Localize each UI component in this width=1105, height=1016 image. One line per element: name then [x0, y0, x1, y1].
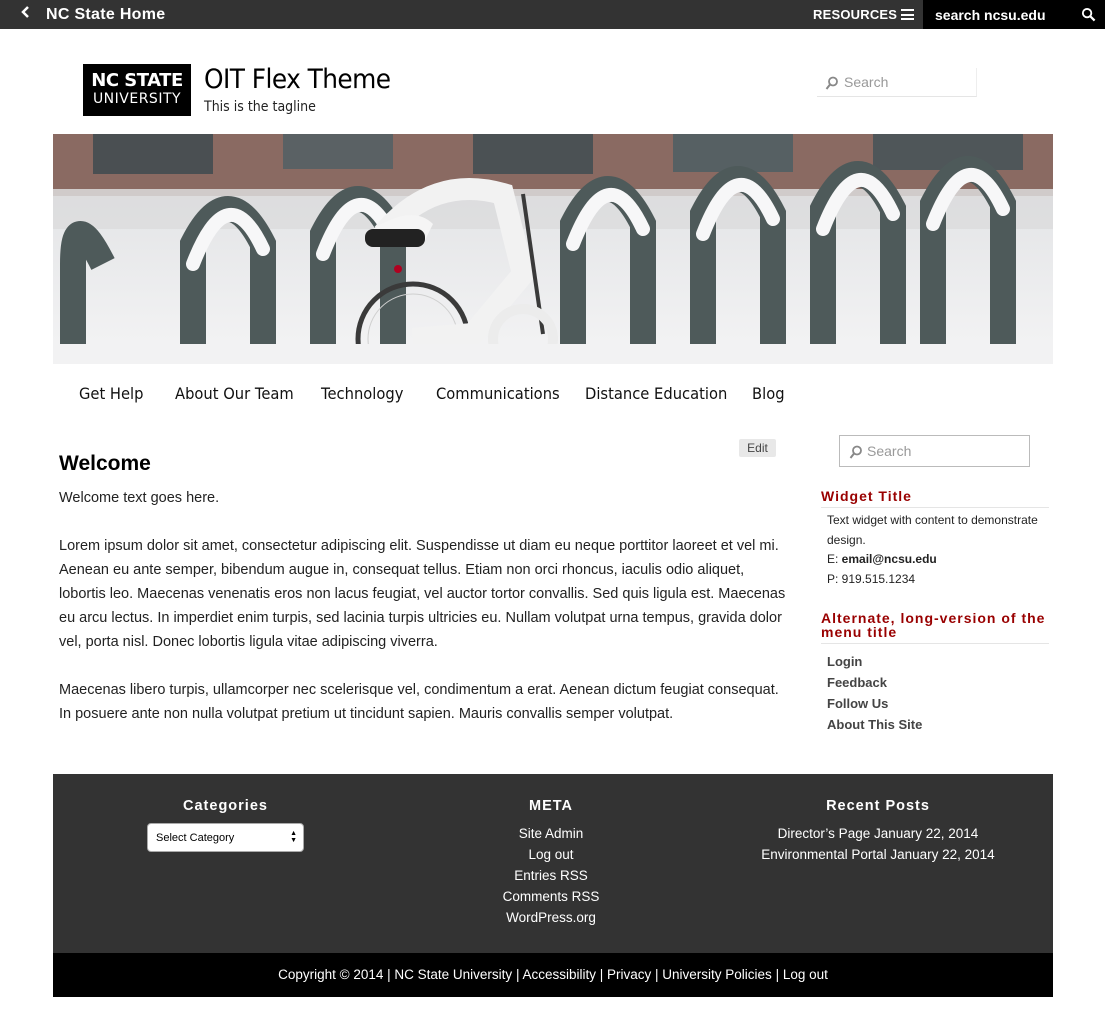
email-link[interactable]: email@ncsu.edu: [842, 552, 937, 566]
nav-item-technology[interactable]: Technology: [321, 384, 403, 403]
sidebar-item-feedback[interactable]: Feedback: [827, 672, 922, 693]
copyright-text: Copyright © 2014: [278, 967, 384, 982]
meta-title: META: [528, 798, 573, 814]
header-search-input[interactable]: [844, 74, 964, 90]
footer-link-accessibility[interactable]: Accessibility: [522, 967, 596, 982]
ncstate-home-link[interactable]: NC State Home: [20, 0, 165, 29]
separator: |: [512, 967, 523, 982]
footer-link-ncsu[interactable]: NC State University: [394, 967, 512, 982]
footer-meta: META Site Admin Log out Entries RSS Comm…: [453, 798, 649, 928]
meta-entries-rss[interactable]: Entries RSS: [453, 865, 649, 886]
category-select-value: Select Category: [156, 831, 235, 844]
widget-email: E: email@ncsu.edu: [827, 550, 1047, 570]
sidebar-menu: Login Feedback Follow Us About This Site: [827, 651, 922, 735]
content-paragraph: Lorem ipsum dolor sit amet, consectetur …: [59, 538, 786, 650]
site-title[interactable]: OIT Flex Theme: [204, 64, 391, 95]
chevron-left-icon: [20, 5, 30, 24]
recent-posts-title: Recent Posts: [826, 798, 930, 814]
ncstate-brand-bar: NC State Home RESOURCES: [0, 0, 1105, 29]
nav-item-get-help[interactable]: Get Help: [79, 384, 143, 403]
footer-link-privacy[interactable]: Privacy: [607, 967, 651, 982]
meta-wordpress-org[interactable]: WordPress.org: [453, 907, 649, 928]
site-tagline: This is the tagline: [204, 99, 316, 115]
sidebar-item-follow-us[interactable]: Follow Us: [827, 693, 922, 714]
site-footer: Categories Select Category ▲ ▼ META Site …: [53, 774, 1053, 953]
meta-site-admin[interactable]: Site Admin: [453, 823, 649, 844]
widget-phone: P: 919.515.1234: [827, 571, 916, 586]
resources-label: RESOURCES: [813, 7, 898, 22]
separator: |: [771, 967, 783, 982]
ncstate-home-label: NC State Home: [46, 5, 166, 23]
nav-item-distance-education[interactable]: Distance Education: [585, 384, 727, 403]
search-icon: [849, 445, 862, 459]
sidebar-search-input[interactable]: [867, 443, 1017, 459]
ncsu-search-box: [923, 0, 1105, 29]
separator: |: [595, 967, 607, 982]
header-search-box: [817, 68, 977, 97]
email-prefix: E:: [827, 552, 842, 566]
hamburger-menu-icon: [901, 9, 915, 20]
footer-link-university-policies[interactable]: University Policies: [662, 967, 772, 982]
search-icon[interactable]: [1081, 7, 1096, 22]
banner-image: [53, 134, 1053, 364]
recent-post-title: Director’s Page: [777, 826, 871, 841]
sidebar-item-login[interactable]: Login: [827, 651, 922, 672]
recent-post-title: Environmental Portal: [761, 847, 887, 862]
copyright-bar: Copyright © 2014 | NC State University |…: [53, 953, 1053, 997]
footer-categories: Categories Select Category ▲ ▼: [147, 798, 304, 852]
page-content: Welcome text goes here. Lorem ipsum dolo…: [59, 486, 789, 750]
widget-description: Text widget with content to demonstrate …: [827, 513, 1038, 547]
edit-button[interactable]: Edit: [739, 439, 776, 457]
text-widget: Text widget with content to demonstrate …: [827, 511, 1047, 589]
category-select[interactable]: Select Category ▲ ▼: [147, 823, 304, 852]
nav-item-communications[interactable]: Communications: [436, 384, 560, 403]
nav-item-about-our-team[interactable]: About Our Team: [175, 384, 294, 403]
select-arrows-icon: ▲ ▼: [290, 830, 297, 844]
sidebar-search-box: [839, 435, 1030, 467]
logo-line-1: NC STATE: [91, 70, 183, 91]
resources-menu-button[interactable]: RESOURCES: [813, 0, 915, 29]
logo-line-2: UNIVERSITY: [92, 91, 182, 107]
widget-title: Widget Title: [821, 489, 1049, 508]
recent-post-link[interactable]: Environmental Portal January 22, 2014: [753, 844, 1003, 865]
ncsu-search-input[interactable]: [935, 6, 1055, 23]
separator: |: [651, 967, 663, 982]
meta-log-out[interactable]: Log out: [453, 844, 649, 865]
categories-title: Categories: [183, 798, 268, 814]
menu-widget-title: Alternate, long-version of the menu titl…: [821, 611, 1049, 644]
page-title: Welcome: [59, 452, 151, 475]
content-paragraph: Welcome text goes here.: [59, 490, 220, 506]
separator: |: [383, 967, 395, 982]
ncstate-logo[interactable]: NC STATE UNIVERSITY: [83, 64, 191, 116]
nav-item-blog[interactable]: Blog: [752, 384, 785, 403]
footer-recent-posts: Recent Posts Director’s Page January 22,…: [753, 798, 1003, 865]
meta-comments-rss[interactable]: Comments RSS: [453, 886, 649, 907]
recent-post-date: January 22, 2014: [873, 826, 979, 841]
content-paragraph: Maecenas libero turpis, ullamcorper nec …: [59, 682, 779, 722]
footer-link-log-out[interactable]: Log out: [783, 967, 828, 982]
recent-post-link[interactable]: Director’s Page January 22, 2014: [753, 823, 1003, 844]
search-icon: [825, 76, 838, 90]
recent-post-date: January 22, 2014: [890, 847, 995, 862]
sidebar-item-about-this-site[interactable]: About This Site: [827, 714, 922, 735]
